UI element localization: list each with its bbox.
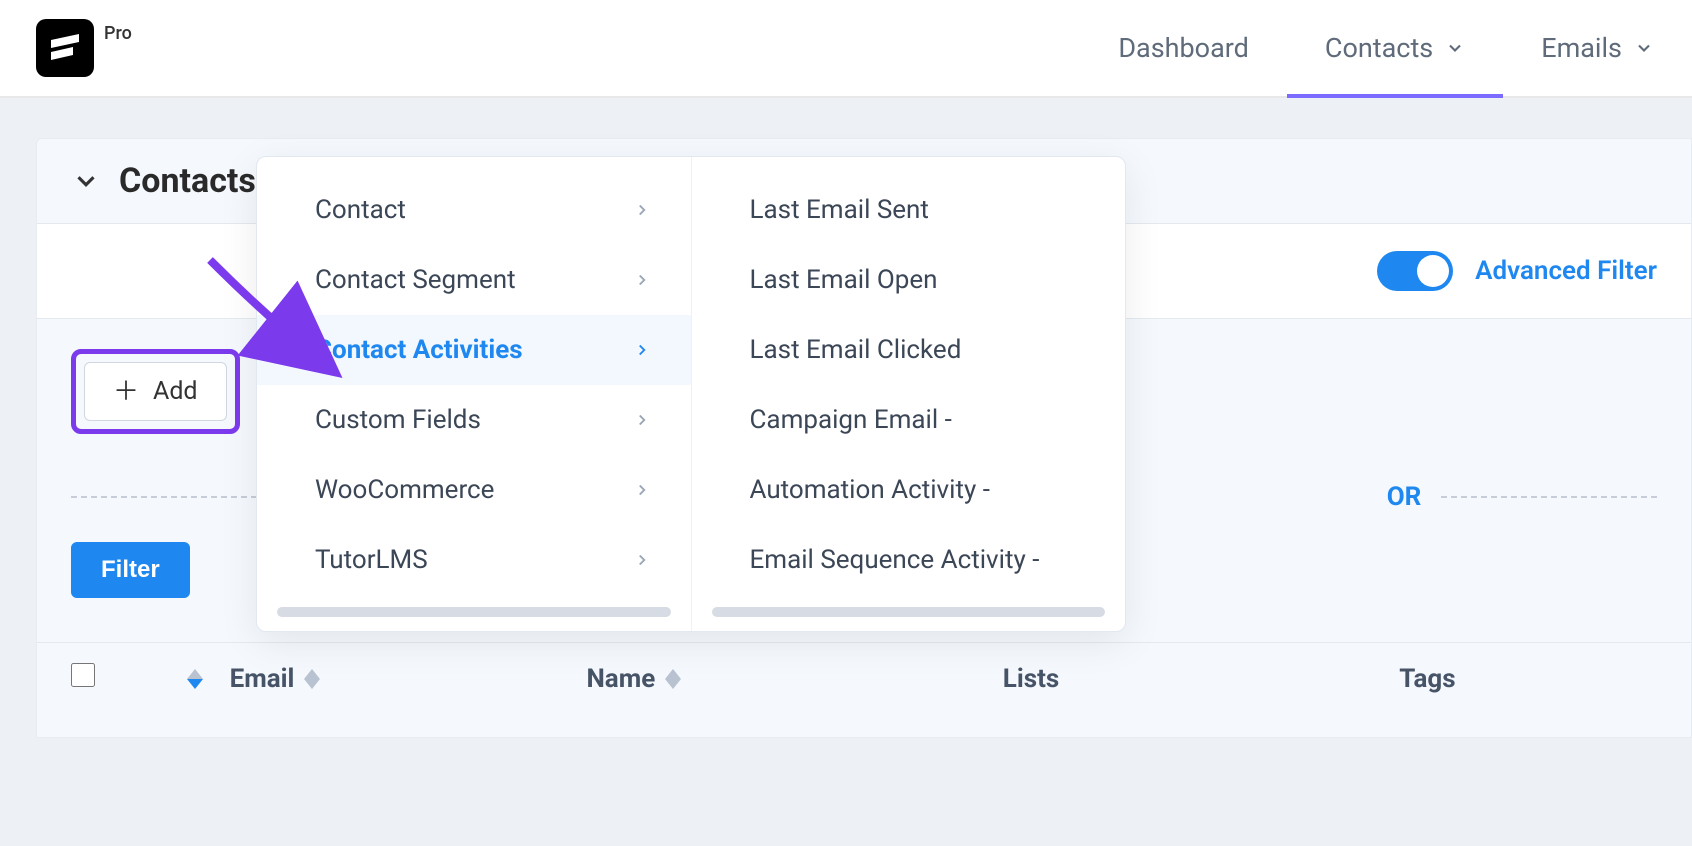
- caret-up-icon: [665, 669, 681, 679]
- opt-label: Last Email Clicked: [750, 335, 962, 365]
- scrollbar[interactable]: [277, 607, 671, 617]
- filter-button[interactable]: Filter: [71, 542, 190, 598]
- opt-last-email-clicked[interactable]: Last Email Clicked: [692, 315, 1126, 385]
- opt-tutorlms[interactable]: TutorLMS: [257, 525, 691, 595]
- nav-label: Dashboard: [1118, 32, 1249, 64]
- col-label: Email: [230, 664, 295, 694]
- col-tags[interactable]: Tags: [1399, 664, 1657, 694]
- caret-down-icon: [187, 679, 203, 689]
- caret-up-icon: [304, 669, 320, 679]
- condition-type-popover: Contact Contact Segment Contact Activiti…: [256, 156, 1126, 632]
- table-header: Email Name Lists Tags: [37, 642, 1691, 714]
- select-all-checkbox[interactable]: [71, 663, 95, 687]
- default-sort[interactable]: [160, 669, 229, 689]
- opt-label: Contact: [315, 195, 406, 225]
- col-label: Tags: [1399, 664, 1455, 694]
- divider-line: [1441, 496, 1657, 498]
- caret-up-icon: [187, 669, 203, 679]
- col-lists[interactable]: Lists: [1003, 664, 1400, 694]
- top-nav: Pro Dashboard Contacts Emails: [0, 0, 1692, 98]
- opt-label: Last Email Open: [750, 265, 938, 295]
- advanced-filter-label: Advanced Filter: [1475, 256, 1657, 286]
- col-email[interactable]: Email: [230, 664, 587, 694]
- main-nav: Dashboard Contacts Emails: [1080, 0, 1692, 96]
- chevron-right-icon: [633, 341, 651, 359]
- page-title: Contacts: [119, 161, 256, 201]
- nav-label: Emails: [1541, 32, 1622, 64]
- opt-contact[interactable]: Contact: [257, 175, 691, 245]
- chevron-right-icon: [633, 551, 651, 569]
- advanced-filter-switch[interactable]: [1377, 251, 1453, 291]
- opt-last-email-sent[interactable]: Last Email Sent: [692, 175, 1126, 245]
- col-label: Name: [586, 664, 655, 694]
- opt-label: Contact Activities: [315, 335, 523, 365]
- scrollbar[interactable]: [712, 607, 1106, 617]
- col-name[interactable]: Name: [586, 664, 1002, 694]
- opt-woocommerce[interactable]: WooCommerce: [257, 455, 691, 525]
- chevron-right-icon: [633, 271, 651, 289]
- brand: Pro: [36, 19, 132, 77]
- caret-down-icon: [665, 679, 681, 689]
- opt-label: Email Sequence Activity -: [750, 545, 1040, 575]
- chevron-down-icon: [1445, 38, 1465, 58]
- opt-contact-activities[interactable]: Contact Activities: [257, 315, 691, 385]
- switch-knob: [1417, 255, 1449, 287]
- opt-email-sequence-activity[interactable]: Email Sequence Activity -: [692, 525, 1126, 595]
- opt-label: Custom Fields: [315, 405, 481, 435]
- add-condition-button[interactable]: ＋ Add: [84, 362, 227, 421]
- opt-label: Last Email Sent: [750, 195, 929, 225]
- add-condition-highlight: ＋ Add: [71, 349, 240, 434]
- opt-automation-activity[interactable]: Automation Activity -: [692, 455, 1126, 525]
- opt-contact-segment[interactable]: Contact Segment: [257, 245, 691, 315]
- opt-last-email-open[interactable]: Last Email Open: [692, 245, 1126, 315]
- nav-label: Contacts: [1325, 32, 1433, 64]
- advanced-filter-toggle: Advanced Filter: [1377, 251, 1657, 291]
- pro-label: Pro: [104, 23, 132, 44]
- plus-icon: ＋: [113, 379, 139, 405]
- nav-emails[interactable]: Emails: [1503, 0, 1692, 96]
- opt-label: Automation Activity -: [750, 475, 990, 505]
- opt-label: WooCommerce: [315, 475, 494, 505]
- nav-dashboard[interactable]: Dashboard: [1080, 0, 1287, 96]
- col-label: Lists: [1003, 664, 1059, 694]
- opt-label: Campaign Email -: [750, 405, 952, 435]
- popover-left-pane: Contact Contact Segment Contact Activiti…: [257, 157, 691, 631]
- logo-icon: [36, 19, 94, 77]
- chevron-right-icon: [633, 411, 651, 429]
- opt-label: Contact Segment: [315, 265, 516, 295]
- chevron-right-icon: [633, 481, 651, 499]
- opt-custom-fields[interactable]: Custom Fields: [257, 385, 691, 455]
- chevron-right-icon: [633, 201, 651, 219]
- caret-down-icon: [304, 679, 320, 689]
- add-label: Add: [153, 377, 198, 406]
- or-label: OR: [1367, 482, 1442, 512]
- popover-right-pane: Last Email Sent Last Email Open Last Ema…: [691, 157, 1126, 631]
- chevron-down-icon[interactable]: [71, 166, 101, 196]
- opt-campaign-email[interactable]: Campaign Email -: [692, 385, 1126, 455]
- select-all-cell: [71, 663, 160, 694]
- divider-line: [71, 496, 287, 498]
- nav-contacts[interactable]: Contacts: [1287, 0, 1503, 96]
- chevron-down-icon: [1634, 38, 1654, 58]
- opt-label: TutorLMS: [315, 545, 428, 575]
